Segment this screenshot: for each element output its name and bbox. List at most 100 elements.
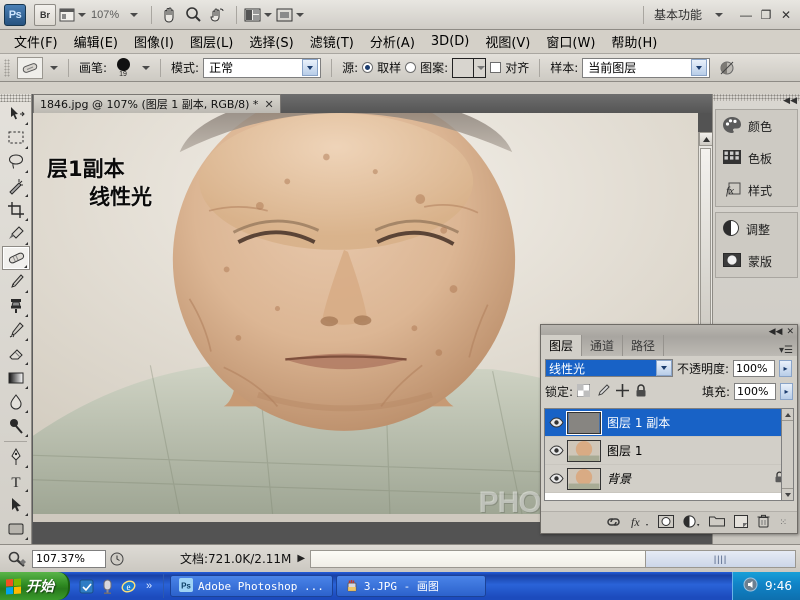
layer-list-scrollbar[interactable]	[781, 408, 794, 501]
table-row[interactable]: 图层 1 副本	[545, 409, 793, 437]
layer-visibility-eye-icon[interactable]	[545, 445, 567, 456]
chevron-down-icon[interactable]	[656, 360, 672, 376]
rotate-view-tool-button[interactable]	[206, 4, 228, 26]
tab-layers[interactable]: 图层	[541, 335, 583, 356]
crop-tool[interactable]	[2, 198, 30, 222]
source-sampled-radio[interactable]	[362, 62, 374, 73]
show-desktop-icon[interactable]	[78, 578, 94, 594]
tool-preset-chevron-icon[interactable]	[50, 65, 58, 70]
hand-tool-button[interactable]	[158, 4, 180, 26]
layer-visibility-eye-icon[interactable]	[545, 417, 567, 428]
layer-thumbnail[interactable]	[567, 411, 601, 434]
table-row[interactable]: 图层 1	[545, 437, 793, 465]
menu-3d[interactable]: 3D(D)	[423, 31, 477, 52]
start-button[interactable]: 开始	[0, 572, 70, 600]
layer-style-fx-icon[interactable]: fx	[631, 515, 649, 531]
table-row[interactable]: 背景	[545, 465, 793, 493]
brush-preview[interactable]: 19	[111, 57, 135, 79]
screen-mode-button[interactable]	[275, 4, 305, 26]
menu-file[interactable]: 文件(F)	[6, 29, 66, 54]
more-chevrons-icon[interactable]: »	[141, 578, 157, 594]
blend-mode-select[interactable]: 线性光	[545, 359, 673, 377]
new-adjustment-layer-icon[interactable]	[683, 514, 700, 531]
minimize-button[interactable]: —	[736, 6, 756, 24]
move-tool[interactable]	[2, 102, 30, 126]
document-scroll-track[interactable]: ||||	[310, 549, 796, 568]
workspace-dropdown-button[interactable]	[706, 4, 728, 26]
scroll-up-button[interactable]	[782, 409, 793, 421]
layer-thumbnail[interactable]	[567, 467, 601, 490]
eraser-tool[interactable]	[2, 342, 30, 366]
volume-icon[interactable]	[743, 577, 758, 595]
arrange-documents-button[interactable]	[243, 4, 273, 26]
tab-paths[interactable]: 路径	[623, 335, 665, 356]
aligned-label[interactable]: 对齐	[505, 59, 529, 76]
delete-layer-icon[interactable]	[757, 514, 770, 531]
pattern-chevron-icon[interactable]	[473, 58, 486, 77]
lock-all-icon[interactable]	[635, 383, 647, 400]
launch-bridge-status-icon[interactable]	[2, 551, 32, 567]
new-group-icon[interactable]	[709, 515, 726, 530]
bridge-launch-button[interactable]: Br	[34, 3, 56, 26]
sample-select[interactable]: 当前图层	[582, 57, 711, 78]
marquee-tool[interactable]	[2, 126, 30, 150]
close-icon[interactable]: ✕	[264, 98, 273, 111]
fill-slider-arrow-icon[interactable]: ▸	[780, 383, 793, 400]
dock-item-swatches[interactable]: 色板	[716, 142, 797, 174]
mode-select[interactable]: 正常	[203, 57, 322, 78]
fill-field[interactable]: 100%	[734, 383, 776, 400]
internet-explorer-icon[interactable]: e	[120, 578, 136, 594]
current-tool-preset-icon[interactable]	[17, 56, 43, 79]
dock-item-color[interactable]: 颜色	[716, 110, 797, 142]
chevron-down-icon[interactable]	[302, 59, 319, 76]
zoom-dropdown-button[interactable]	[121, 4, 143, 26]
shape-tool[interactable]	[2, 517, 30, 541]
source-pattern-radio[interactable]	[405, 62, 417, 73]
source-sampled-label[interactable]: 取样	[377, 59, 401, 76]
path-selection-tool[interactable]	[2, 493, 30, 517]
opacity-slider-arrow-icon[interactable]: ▸	[779, 359, 793, 377]
menu-select[interactable]: 选择(S)	[241, 29, 301, 54]
scroll-down-button[interactable]	[782, 488, 793, 500]
aligned-checkbox[interactable]	[490, 62, 502, 73]
new-layer-icon[interactable]	[734, 514, 749, 531]
layer-mask-icon[interactable]	[658, 514, 675, 531]
clone-stamp-tool[interactable]	[2, 294, 30, 318]
options-bar-grip[interactable]	[4, 58, 10, 77]
opacity-field[interactable]: 100%	[733, 359, 776, 377]
source-pattern-label[interactable]: 图案:	[420, 59, 448, 76]
zoom-tool-button[interactable]	[182, 4, 204, 26]
close-panel-icon[interactable]: ✕	[786, 326, 794, 337]
taskbar-clock[interactable]: 9:46	[765, 579, 792, 593]
dock-item-masks[interactable]: 蒙版	[716, 245, 797, 277]
dodge-tool[interactable]	[2, 414, 30, 438]
status-menu-arrow-icon[interactable]: ▶	[297, 553, 308, 564]
zoom-level-field[interactable]: 107.37%	[32, 549, 106, 568]
menu-edit[interactable]: 编辑(E)	[66, 29, 126, 54]
panel-resize-grip[interactable]: ⁙	[779, 517, 787, 528]
layer-name[interactable]: 图层 1 副本	[607, 414, 670, 431]
lock-transparency-icon[interactable]	[576, 383, 591, 400]
taskbar-item-paint[interactable]: 3.JPG - 画图	[335, 575, 486, 597]
taskbar-item-photoshop[interactable]: Ps Adobe Photoshop ...	[170, 575, 333, 597]
blur-tool[interactable]	[2, 390, 30, 414]
scroll-up-button[interactable]	[699, 132, 712, 146]
layer-list[interactable]: 图层 1 副本 图层 1 背景	[544, 408, 794, 501]
lock-image-pixels-icon[interactable]	[596, 383, 610, 400]
link-layers-icon[interactable]	[605, 516, 622, 530]
chevron-down-icon[interactable]	[691, 59, 708, 76]
dock-item-adjustments[interactable]: 调整	[716, 213, 797, 245]
layer-name[interactable]: 背景	[607, 470, 631, 487]
history-brush-tool[interactable]	[2, 318, 30, 342]
view-extras-button[interactable]	[58, 4, 87, 26]
vertical-scroll-thumb[interactable]	[700, 148, 711, 328]
dock-item-styles[interactable]: fx 样式	[716, 174, 797, 206]
menu-filter[interactable]: 滤镜(T)	[302, 29, 362, 54]
eyedropper-tool[interactable]	[2, 222, 30, 246]
brush-tool[interactable]	[2, 270, 30, 294]
menu-layer[interactable]: 图层(L)	[182, 29, 241, 54]
menu-help[interactable]: 帮助(H)	[603, 29, 665, 54]
collapse-panel-icon[interactable]: ◀◀	[769, 326, 783, 337]
menu-window[interactable]: 窗口(W)	[538, 29, 603, 54]
lasso-tool[interactable]	[2, 150, 30, 174]
